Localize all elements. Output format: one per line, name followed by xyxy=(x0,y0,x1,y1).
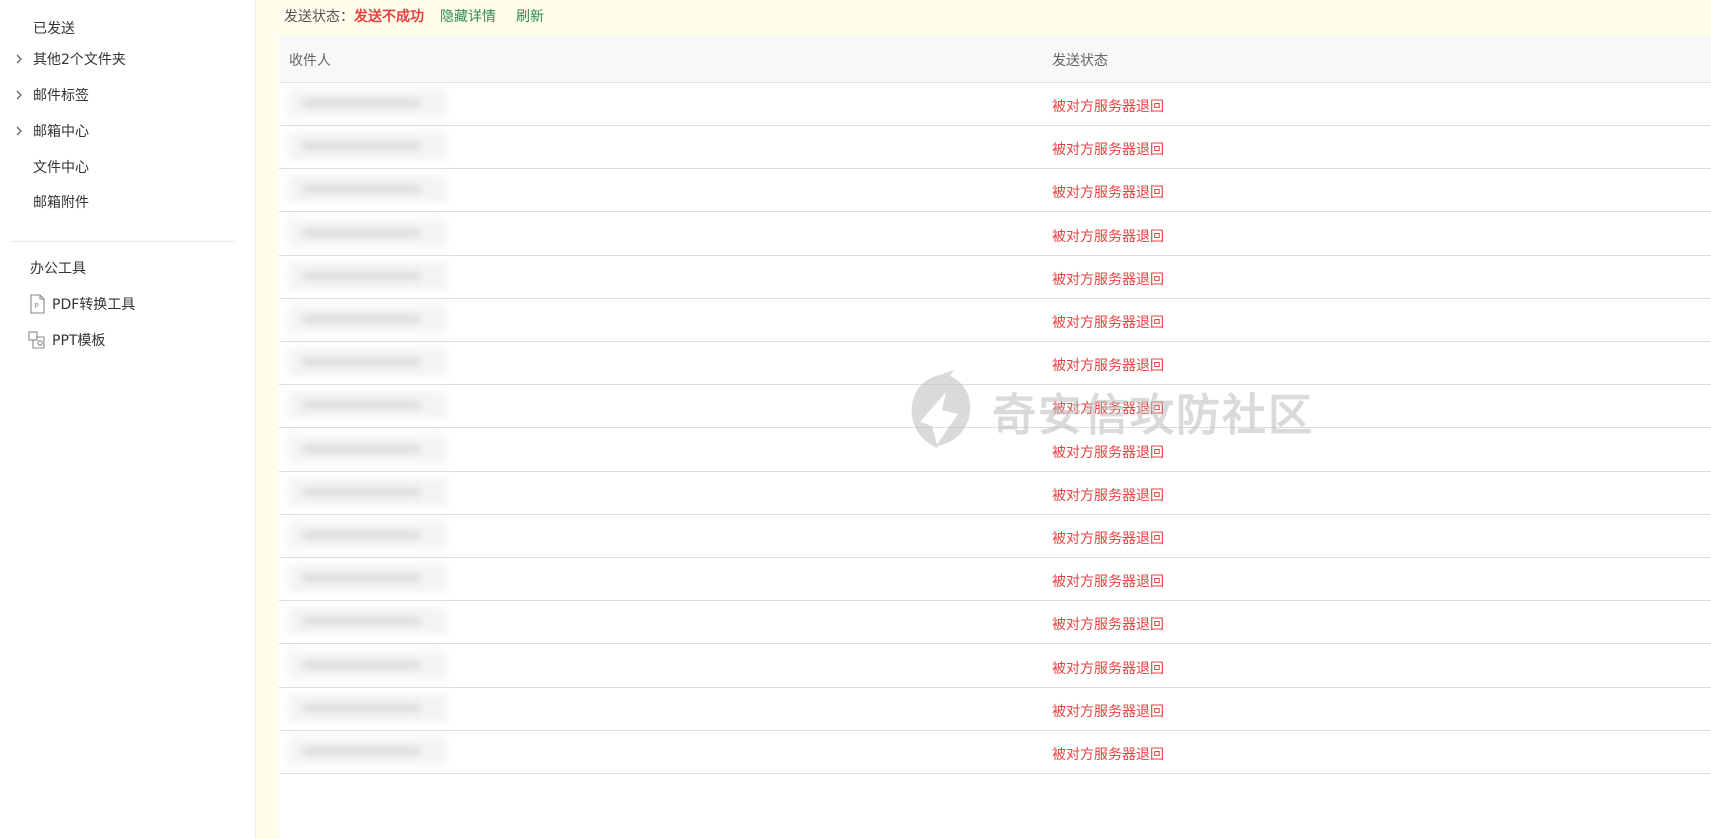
sidebar-item-label: 已发送 xyxy=(33,21,75,37)
sidebar: 已发送 其他2个文件夹 邮件标签 邮箱中心 文件中心 邮箱附件 办公工具 P P… xyxy=(0,0,256,839)
sidebar-item-file-center[interactable]: 文件中心 xyxy=(0,153,255,181)
hide-details-link[interactable]: 隐藏详情 xyxy=(440,6,496,26)
delivery-status: 被对方服务器退回 xyxy=(1052,271,1164,288)
status-column-header: 发送状态 xyxy=(1052,53,1108,69)
recipient-redacted xyxy=(287,305,447,333)
recipient-redacted xyxy=(287,477,447,506)
ppt-template-icon xyxy=(28,331,45,349)
sidebar-divider xyxy=(10,241,235,242)
recipient-redacted xyxy=(287,261,447,290)
sidebar-item-mail-tags[interactable]: 邮件标签 xyxy=(0,81,255,109)
recipient-redacted xyxy=(287,89,447,117)
sidebar-item-label: 邮件标签 xyxy=(33,88,89,104)
table-row[interactable]: 被对方服务器退回 xyxy=(279,83,1711,126)
delivery-status: 被对方服务器退回 xyxy=(1052,531,1164,547)
tool-ppt-template[interactable]: PPT模板 xyxy=(26,328,105,352)
table-row[interactable]: 被对方服务器退回 xyxy=(279,212,1711,256)
table-row[interactable]: 被对方服务器退回 xyxy=(279,385,1711,429)
chevron-right-icon[interactable] xyxy=(12,52,26,66)
recipient-redacted xyxy=(287,218,447,247)
table-row[interactable]: 被对方服务器退回 xyxy=(279,601,1711,645)
table-row[interactable]: 被对方服务器退回 xyxy=(279,731,1711,774)
delivery-status: 被对方服务器退回 xyxy=(1052,617,1164,634)
pdf-file-icon: P xyxy=(30,294,45,314)
sidebar-item-label: 文件中心 xyxy=(33,160,89,176)
delivery-status: 被对方服务器退回 xyxy=(1052,444,1164,461)
send-status-label: 发送状态： xyxy=(284,9,354,25)
recipient-redacted xyxy=(287,132,447,161)
sidebar-item-label: 邮箱附件 xyxy=(33,195,89,211)
recipient-redacted xyxy=(287,391,447,420)
table-header: 收件人 发送状态 xyxy=(279,36,1711,83)
table-row[interactable]: 被对方服务器退回 xyxy=(279,169,1711,213)
sidebar-item-label: 其他2个文件夹 xyxy=(33,52,126,68)
recipient-redacted xyxy=(287,693,447,722)
sidebar-item-mailbox-center[interactable]: 邮箱中心 xyxy=(0,117,255,145)
send-status-bar: 发送状态： 发送不成功 隐藏详情 刷新 xyxy=(284,6,564,26)
table-row[interactable]: 被对方服务器退回 xyxy=(279,558,1711,602)
tool-label: PPT模板 xyxy=(52,333,106,349)
table-row[interactable]: 被对方服务器退回 xyxy=(279,299,1711,342)
tool-pdf-converter[interactable]: P PDF转换工具 xyxy=(26,292,135,316)
recipient-redacted xyxy=(287,737,447,765)
delivery-status: 被对方服务器退回 xyxy=(1052,358,1164,375)
table-row[interactable]: 被对方服务器退回 xyxy=(279,515,1711,558)
table-row[interactable]: 被对方服务器退回 xyxy=(279,644,1711,688)
delivery-status: 被对方服务器退回 xyxy=(1052,747,1164,763)
delivery-status-table: 收件人 发送状态 被对方服务器退回 被对方服务器退回 被对方服务器退回 被对方服务器退… xyxy=(279,36,1711,839)
send-status-value: 发送不成功 xyxy=(354,9,424,25)
recipient-redacted xyxy=(287,650,447,679)
chevron-right-icon[interactable] xyxy=(12,124,26,138)
delivery-status: 被对方服务器退回 xyxy=(1052,315,1164,331)
tool-label: PDF转换工具 xyxy=(52,297,136,313)
sidebar-item-label: 邮箱中心 xyxy=(33,124,89,140)
refresh-link[interactable]: 刷新 xyxy=(516,6,544,26)
delivery-status: 被对方服务器退回 xyxy=(1052,401,1164,418)
recipient-redacted xyxy=(287,607,447,636)
delivery-status: 被对方服务器退回 xyxy=(1052,574,1164,591)
sidebar-item-sent[interactable]: 已发送 xyxy=(0,14,255,42)
recipient-redacted xyxy=(287,521,447,549)
table-row[interactable]: 被对方服务器退回 xyxy=(279,687,1711,731)
recipient-column-header: 收件人 xyxy=(289,53,331,69)
delivery-status: 被对方服务器退回 xyxy=(1052,228,1164,245)
delivery-status: 被对方服务器退回 xyxy=(1052,99,1164,115)
recipient-redacted xyxy=(287,348,447,377)
delivery-status: 被对方服务器退回 xyxy=(1052,185,1164,202)
sidebar-item-other-folders[interactable]: 其他2个文件夹 xyxy=(0,45,255,73)
recipient-redacted xyxy=(287,175,447,204)
table-row[interactable]: 被对方服务器退回 xyxy=(279,471,1711,515)
delivery-status: 被对方服务器退回 xyxy=(1052,703,1164,720)
recipient-redacted xyxy=(287,434,447,463)
main-panel: 发送状态： 发送不成功 隐藏详情 刷新 收件人 发送状态 被对方服务器退回 被对方… xyxy=(256,0,1711,839)
table-row[interactable]: 被对方服务器退回 xyxy=(279,342,1711,386)
table-row[interactable]: 被对方服务器退回 xyxy=(279,126,1711,170)
chevron-right-icon[interactable] xyxy=(12,88,26,102)
delivery-status: 被对方服务器退回 xyxy=(1052,142,1164,159)
sidebar-item-mail-attachments[interactable]: 邮箱附件 xyxy=(0,188,255,216)
office-tools-title: 办公工具 xyxy=(30,261,86,277)
svg-text:P: P xyxy=(35,302,39,310)
delivery-status: 被对方服务器退回 xyxy=(1052,660,1164,677)
table-row[interactable]: 被对方服务器退回 xyxy=(279,255,1711,299)
recipient-redacted xyxy=(287,564,447,593)
delivery-status: 被对方服务器退回 xyxy=(1052,487,1164,504)
table-row[interactable]: 被对方服务器退回 xyxy=(279,428,1711,472)
